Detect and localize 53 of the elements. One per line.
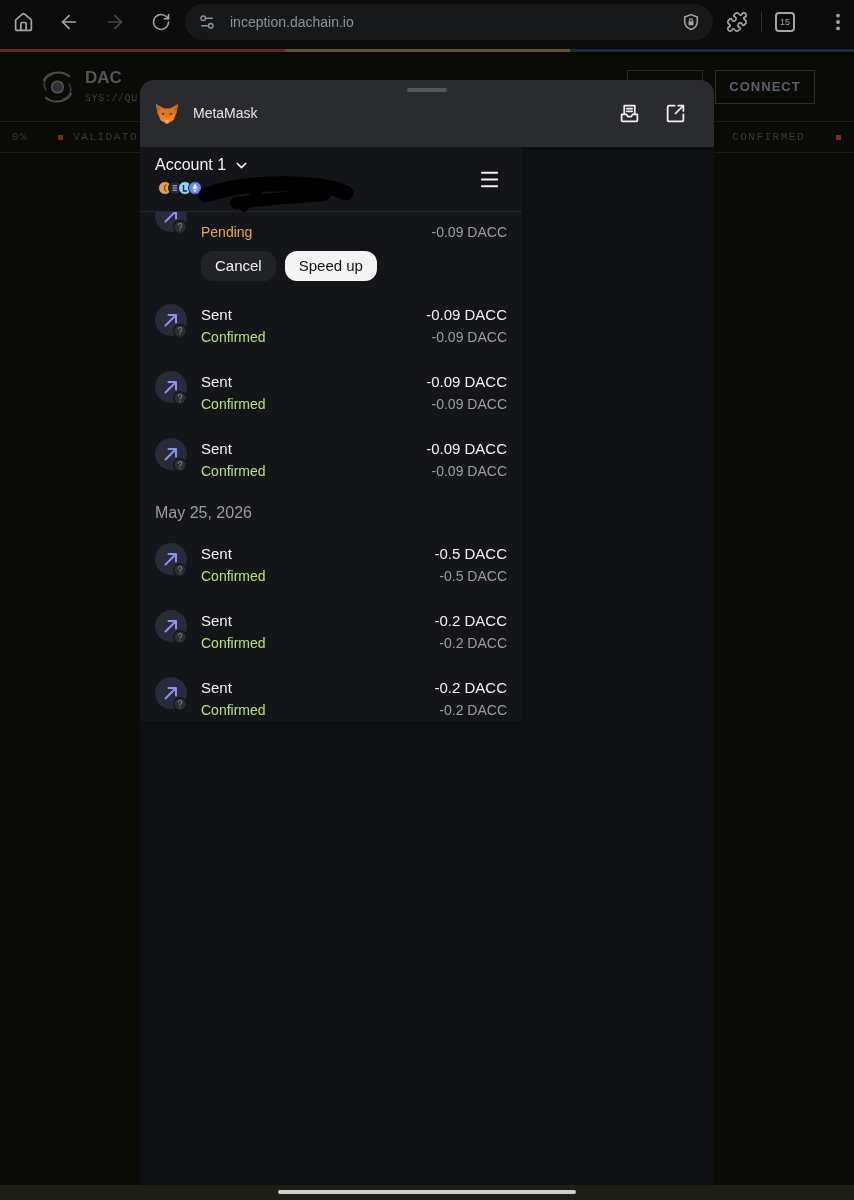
sliders-icon[interactable] [198, 13, 216, 31]
fiat-amount: -0.2 DACC [439, 701, 507, 720]
speed-up-button[interactable]: Speed up [284, 251, 377, 281]
drag-handle[interactable] [407, 88, 447, 92]
fox-icon [155, 102, 179, 125]
fiat-amount: -0.09 DACC [431, 328, 507, 347]
orbit-logo-icon [40, 69, 75, 104]
fiat-amount: -0.09 DACC [431, 462, 507, 481]
question-badge-icon [173, 563, 187, 577]
fiat-amount: -0.09 DACC [431, 395, 507, 414]
tab-count-button[interactable]: 15 [775, 12, 795, 32]
question-badge-icon [173, 391, 187, 405]
transaction-status: Pending [201, 223, 253, 242]
date-heading: May 25, 2026 [155, 504, 252, 521]
transaction-title: Sent [201, 611, 232, 631]
transaction-status: Confirmed [201, 395, 266, 414]
transaction-status: Confirmed [201, 634, 266, 653]
transaction-title: Sent [201, 305, 232, 325]
ticker-marker-icon [836, 134, 841, 140]
url-text: inception.dachain.io [230, 12, 354, 32]
account-selector[interactable]: Account 1 [155, 154, 251, 176]
brand-name: DAC [85, 67, 123, 88]
transaction-amount: -0.09 DACC [426, 439, 507, 459]
transaction-status: Confirmed [201, 567, 266, 586]
home-icon[interactable] [12, 11, 34, 33]
transaction-amount: -0.2 DACC [434, 611, 507, 631]
question-badge-icon [173, 220, 187, 234]
sheet-title: MetaMask [193, 104, 258, 123]
address-bar[interactable]: inception.dachain.io [185, 4, 713, 40]
external-link-icon[interactable] [665, 103, 686, 124]
transaction-status: Confirmed [201, 328, 266, 347]
question-badge-icon [173, 458, 187, 472]
transaction-status: Confirmed [201, 701, 266, 720]
transaction-status: Confirmed [201, 462, 266, 481]
transaction-title: Sent [201, 678, 232, 698]
question-badge-icon [173, 324, 187, 338]
fiat-amount: -0.5 DACC [439, 567, 507, 586]
question-badge-icon [173, 630, 187, 644]
inbox-icon[interactable] [619, 103, 640, 124]
transaction-amount: -0.09 DACC [426, 372, 507, 392]
transaction-amount: -0.09 DACC [426, 305, 507, 325]
fiat-amount: -0.2 DACC [439, 634, 507, 653]
question-badge-icon [173, 697, 187, 711]
reload-icon[interactable] [151, 12, 171, 32]
fiat-amount: -0.09 DACC [431, 223, 507, 242]
transaction-title: Sent [201, 372, 232, 392]
cancel-button[interactable]: Cancel [201, 251, 276, 281]
transaction-title: Sent [201, 544, 232, 564]
transaction-amount: -0.2 DACC [434, 678, 507, 698]
shield-lock-icon[interactable] [682, 13, 700, 31]
extensions-icon[interactable] [726, 11, 748, 33]
transaction-amount: -0.5 DACC [434, 544, 507, 564]
transaction-title: Sent [201, 439, 232, 459]
